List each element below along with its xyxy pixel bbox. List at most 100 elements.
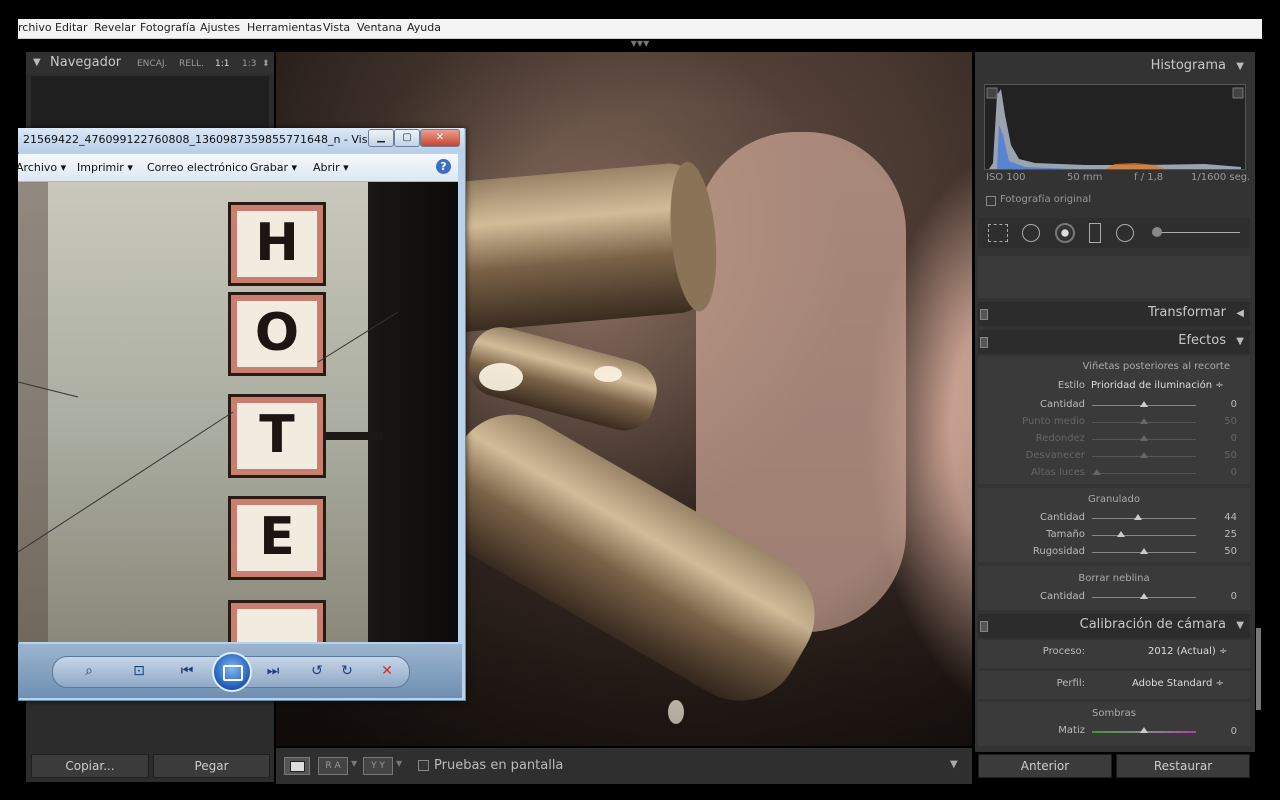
expand-triangle-icon[interactable]: ◀ <box>1236 308 1244 319</box>
zoom-1-1[interactable]: 1:1 <box>215 59 229 69</box>
top-panel-grip-icon[interactable]: ▼▼▼ <box>630 40 650 48</box>
viewer-open-menu[interactable]: Abrir ▾ <box>313 161 349 174</box>
toolbar-menu-chevron-icon[interactable]: ▼ <box>950 759 958 770</box>
menu-fotografia[interactable]: Fotografía <box>140 21 196 34</box>
collapse-triangle-icon[interactable]: ▼ <box>33 57 41 68</box>
vignette-punto-medio-slider-thumb[interactable] <box>1140 418 1148 424</box>
reset-button[interactable]: Restaurar <box>1116 754 1250 778</box>
histogram-graph[interactable] <box>984 84 1246 170</box>
rotate-right-icon[interactable]: ↻ <box>334 660 360 682</box>
process-dropdown[interactable]: 2012 (Actual) ÷ <box>1148 646 1227 657</box>
close-icon[interactable]: ✕ <box>420 129 460 147</box>
zoom-fill[interactable]: RELL. <box>179 59 204 69</box>
collapse-triangle-icon[interactable]: ▼ <box>1236 620 1244 631</box>
vignette-desvanecer-value[interactable]: 50 <box>1207 450 1237 461</box>
menu-ayuda[interactable]: Ayuda <box>407 21 441 34</box>
spot-removal-icon[interactable] <box>1022 224 1040 242</box>
vignette-punto-medio-value[interactable]: 50 <box>1207 416 1237 427</box>
radial-filter-icon[interactable] <box>1116 224 1134 242</box>
chevron-down-icon[interactable]: ▼ <box>396 759 402 768</box>
graduated-filter-icon[interactable] <box>1089 223 1101 243</box>
maximize-icon[interactable]: ▢ <box>394 129 420 147</box>
viewer-titlebar[interactable]: 21569422_476099122760808_136098735985577… <box>18 128 464 152</box>
viewer-email-button[interactable]: Correo electrónico <box>147 161 248 174</box>
before-after-vertical-button[interactable]: Y Y <box>363 757 393 775</box>
zoom-1-3[interactable]: 1:3 <box>242 59 256 69</box>
navigator-header[interactable]: ▼ Navegador ENCAJ. RELL. 1:1 1:3 ⬍ <box>26 52 274 74</box>
menu-revelar[interactable]: Revelar <box>94 21 136 34</box>
dehaze-amount-slider-thumb[interactable] <box>1140 593 1148 599</box>
paste-button[interactable]: Pegar <box>153 754 270 778</box>
delete-icon[interactable]: ✕ <box>374 660 400 682</box>
adjustment-brush-icon[interactable] <box>1152 227 1162 237</box>
histogram-header[interactable]: Histograma ▼ <box>978 55 1250 79</box>
slideshow-icon[interactable] <box>212 652 252 692</box>
panel-toggle-icon[interactable] <box>980 309 988 320</box>
transform-header[interactable]: Transformar ◀ <box>978 302 1250 326</box>
actual-size-icon[interactable]: ⊡ <box>126 660 152 682</box>
viewer-file-menu[interactable]: Archivo ▾ <box>16 161 66 174</box>
profile-dropdown[interactable]: Adobe Standard ÷ <box>1132 678 1224 689</box>
vignette-style-label: Estilo <box>1057 380 1085 391</box>
menu-vista[interactable]: Vista <box>323 21 350 34</box>
panel-toggle-icon[interactable] <box>980 337 988 348</box>
before-after-button[interactable]: R A <box>318 757 348 775</box>
vignette-title: Viñetas posteriores al recorte <box>1082 361 1230 372</box>
menu-ventana[interactable]: Ventana <box>357 21 402 34</box>
viewer-image[interactable]: H O T E <box>18 182 458 642</box>
zoom-icon[interactable]: ⌕ <box>76 660 102 682</box>
vignette-style-dropdown[interactable]: Prioridad de iluminación ÷ <box>1091 380 1224 391</box>
vignette-altas-luces-value[interactable]: 0 <box>1207 467 1237 478</box>
tint-value[interactable]: 0 <box>1207 726 1237 737</box>
vignette-redondez-slider-thumb[interactable] <box>1140 435 1148 441</box>
right-panel-scrollbar[interactable] <box>1256 628 1261 710</box>
help-icon[interactable]: ? <box>436 159 451 174</box>
collapse-triangle-icon[interactable]: ▼ <box>1236 61 1244 72</box>
grain-tamano-value[interactable]: 25 <box>1207 529 1237 540</box>
calibration-header[interactable]: Calibración de cámara ▼ <box>978 614 1250 638</box>
chevron-down-icon[interactable]: ▼ <box>351 759 357 768</box>
viewer-print-menu[interactable]: Imprimir ▾ <box>77 161 133 174</box>
grain-cantidad-value[interactable]: 44 <box>1207 512 1237 523</box>
copy-button[interactable]: Copiar... <box>31 754 149 778</box>
tint-slider-thumb[interactable] <box>1140 727 1148 733</box>
menu-editar[interactable]: Editar <box>55 21 88 34</box>
navigator-preview[interactable] <box>31 76 269 136</box>
grain-cantidad-slider-track[interactable] <box>1092 518 1196 519</box>
viewer-burn-menu[interactable]: Grabar ▾ <box>250 161 297 174</box>
crop-tool-icon[interactable] <box>988 224 1008 242</box>
brush-slider[interactable] <box>1156 232 1240 233</box>
grain-rugosidad-slider-thumb[interactable] <box>1140 548 1148 554</box>
grain-rugosidad-value[interactable]: 50 <box>1207 546 1237 557</box>
grain-cantidad-slider-thumb[interactable] <box>1133 514 1142 520</box>
grain-tamano-slider-thumb[interactable] <box>1117 531 1126 537</box>
softproof-checkbox[interactable] <box>418 760 429 771</box>
vignette-cantidad-value[interactable]: 0 <box>1207 399 1237 410</box>
grain-tamano-slider-track[interactable] <box>1092 535 1196 536</box>
zoom-fit[interactable]: ENCAJ. <box>137 59 167 69</box>
previous-button[interactable]: Anterior <box>978 754 1112 778</box>
panel-toggle-icon[interactable] <box>980 621 988 632</box>
menu-archivo[interactable]: rchivo <box>18 21 52 34</box>
tool-strip <box>978 218 1250 248</box>
vignette-desvanecer-label: Desvanecer <box>1025 450 1085 461</box>
menu-herramientas[interactable]: Herramientas <box>247 21 322 34</box>
rotate-left-icon[interactable]: ↺ <box>304 660 330 682</box>
vignette-altas-luces-slider-thumb[interactable] <box>1093 469 1102 475</box>
red-eye-icon[interactable] <box>1055 223 1075 243</box>
loupe-view-button[interactable] <box>284 757 310 775</box>
collapse-triangle-icon[interactable]: ▼ <box>1236 336 1244 347</box>
vignette-altas-luces-slider-track[interactable] <box>1092 473 1196 474</box>
original-photo-checkbox[interactable] <box>986 196 996 206</box>
next-icon[interactable]: ⏭ <box>260 660 286 682</box>
vignette-cantidad-slider-thumb[interactable] <box>1140 401 1148 407</box>
minimize-icon[interactable]: ▁ <box>368 129 394 147</box>
histogram-focal: 50 mm <box>1067 172 1103 183</box>
effects-header[interactable]: Efectos ▼ <box>978 330 1250 354</box>
previous-icon[interactable]: ⏮ <box>174 660 200 682</box>
menu-ajustes[interactable]: Ajustes <box>200 21 240 34</box>
zoom-dropdown-icon[interactable]: ⬍ <box>262 59 270 69</box>
vignette-redondez-value[interactable]: 0 <box>1207 433 1237 444</box>
dehaze-amount-value[interactable]: 0 <box>1207 591 1237 602</box>
vignette-desvanecer-slider-thumb[interactable] <box>1140 452 1148 458</box>
